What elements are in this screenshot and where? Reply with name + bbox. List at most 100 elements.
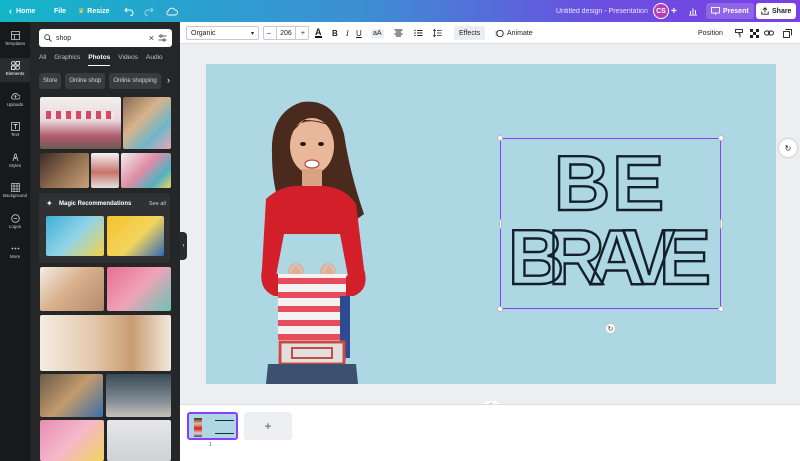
rail-item-elements[interactable]: Elements — [0, 58, 30, 82]
link-button[interactable] — [764, 22, 774, 44]
font-select[interactable]: Organic ▾ — [186, 26, 259, 40]
cloud-save-status[interactable] — [166, 0, 178, 22]
align-button[interactable] — [394, 22, 403, 44]
cloud-icon — [166, 7, 178, 15]
list-button[interactable] — [414, 22, 423, 44]
page-number: 1 — [209, 442, 212, 448]
chip-online-shopping[interactable]: Online shopping — [109, 73, 161, 89]
photo-result[interactable] — [121, 153, 171, 188]
collapse-panel-button[interactable]: ‹ — [180, 232, 187, 260]
decrease-size-button[interactable]: – — [267, 30, 271, 37]
copy-style-button[interactable] — [783, 22, 792, 44]
photo-result[interactable] — [40, 97, 121, 149]
photo-result[interactable] — [91, 153, 119, 188]
file-label: File — [54, 7, 67, 15]
chips-next-icon[interactable]: › — [167, 75, 170, 85]
templates-icon — [10, 31, 20, 40]
photo-result[interactable] — [40, 315, 171, 371]
crown-icon: ♛ — [78, 8, 85, 15]
redo-button[interactable] — [144, 0, 154, 22]
selection-box — [500, 138, 721, 309]
photo-result[interactable] — [40, 374, 103, 417]
regenerate-button[interactable]: ↻ — [779, 139, 797, 157]
add-collaborator-button[interactable]: + — [671, 0, 677, 22]
refresh-icon: ↻ — [784, 143, 792, 153]
styles-icon — [12, 153, 18, 162]
increase-size-button[interactable]: + — [301, 30, 305, 37]
home-button[interactable]: ‹ Home — [9, 0, 35, 22]
animate-button[interactable]: Animate — [495, 22, 533, 44]
text-case-button[interactable]: aA — [371, 22, 384, 44]
photo-result[interactable] — [40, 420, 104, 461]
effects-button[interactable]: Effects — [454, 26, 486, 40]
chip-online-shop[interactable]: Online shop — [65, 73, 106, 89]
list-icon — [414, 29, 423, 37]
undo-button[interactable] — [124, 0, 134, 22]
see-all-link[interactable]: See all — [149, 201, 166, 207]
avatar[interactable]: CS — [653, 3, 669, 19]
photo-result[interactable] — [106, 374, 171, 417]
rail-item-logos[interactable]: Logos — [0, 211, 30, 235]
rail-label: Logos — [8, 224, 22, 229]
photo-result[interactable] — [40, 267, 104, 311]
share-button[interactable]: Share — [756, 3, 797, 19]
present-button[interactable]: Present — [706, 3, 754, 19]
woman-with-shopping-bags-photo[interactable] — [232, 64, 402, 384]
rail-item-more[interactable]: More — [0, 241, 30, 265]
tab-graphics[interactable]: Graphics — [54, 54, 80, 66]
rail-item-styles[interactable]: Styles — [0, 150, 30, 174]
rail-label: Uploads — [6, 102, 24, 107]
tab-photos[interactable]: Photos — [88, 54, 111, 66]
insights-button[interactable] — [688, 0, 698, 22]
present-label: Present — [723, 7, 749, 15]
rail-item-uploads[interactable]: Uploads — [0, 89, 30, 113]
background-icon — [10, 183, 20, 192]
page-thumbnail[interactable] — [187, 412, 238, 440]
resize-handle-bottom-right[interactable] — [718, 306, 724, 312]
clear-search-icon[interactable]: × — [149, 33, 154, 43]
resize-handle-left[interactable] — [499, 219, 502, 229]
photo-result[interactable] — [107, 216, 164, 256]
rail-item-background[interactable]: Background — [0, 180, 30, 204]
photo-result[interactable] — [107, 420, 171, 461]
font-size-stepper[interactable]: – 206 + — [263, 26, 309, 40]
chip-store[interactable]: Store — [39, 73, 62, 89]
tab-audio[interactable]: Audio — [146, 54, 163, 66]
rotate-handle[interactable]: ↻ — [605, 323, 616, 334]
spacing-button[interactable] — [433, 22, 442, 44]
style-paint-button[interactable] — [735, 22, 744, 44]
italic-button[interactable]: I — [346, 22, 349, 44]
add-page-button[interactable]: + — [244, 412, 292, 440]
resize-handle-top-right[interactable] — [718, 135, 724, 141]
tab-all[interactable]: All — [39, 54, 46, 66]
tab-videos[interactable]: Videos — [118, 54, 138, 66]
resize-handle-bottom-left[interactable] — [497, 306, 503, 312]
transparency-button[interactable] — [750, 22, 759, 44]
thumbnail-figure — [194, 418, 202, 437]
search-box[interactable]: × — [39, 29, 172, 47]
position-button[interactable]: Position — [698, 22, 723, 44]
search-input[interactable] — [56, 34, 136, 42]
resize-handle-right[interactable] — [720, 219, 723, 229]
photo-result[interactable] — [123, 97, 171, 149]
upload-icon — [761, 7, 769, 15]
redo-icon — [144, 7, 154, 16]
text-color-button[interactable]: A — [315, 22, 322, 44]
photo-result[interactable] — [107, 267, 171, 311]
file-menu[interactable]: File — [54, 0, 66, 22]
bold-button[interactable]: B — [332, 22, 338, 44]
photo-result[interactable] — [40, 153, 89, 188]
left-rail: Templates Elements Uploads Text Styles B… — [0, 22, 30, 461]
rail-item-templates[interactable]: Templates — [0, 28, 30, 52]
photo-result[interactable] — [46, 216, 104, 256]
rail-item-text[interactable]: Text — [0, 119, 30, 143]
resize-handle-top-left[interactable] — [497, 135, 503, 141]
underline-button[interactable]: U — [356, 22, 362, 44]
font-size-value[interactable]: 206 — [276, 27, 296, 39]
paint-roller-icon — [735, 28, 743, 37]
resize-button[interactable]: ♛ Resize — [78, 0, 109, 22]
document-title[interactable]: Untitled design - Presentation — [556, 0, 648, 22]
rail-label: More — [9, 254, 21, 259]
filter-icon[interactable] — [158, 34, 167, 42]
copy-icon — [783, 28, 792, 38]
